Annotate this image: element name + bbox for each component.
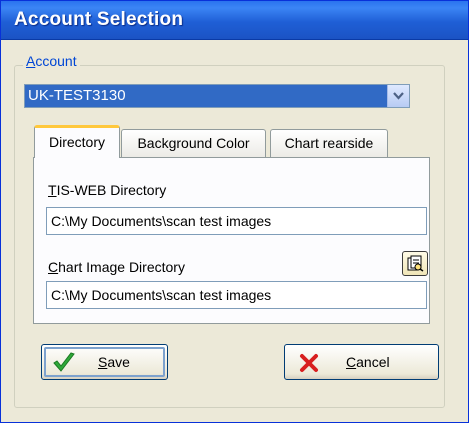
save-label-accel: S (98, 354, 108, 370)
save-button[interactable]: Save (41, 344, 168, 380)
save-label-text: ave (107, 354, 130, 370)
tab-background-color-label: Background Color (137, 135, 250, 151)
cancel-button-label: Cancel (346, 354, 390, 370)
tisweb-label-text: IS-WEB Directory (56, 182, 167, 198)
browse-folder-icon (407, 255, 424, 272)
chart-image-directory-label: Chart Image Directory (48, 259, 185, 275)
chart-label-accel: C (48, 259, 59, 275)
dropdown-arrow-button[interactable] (387, 85, 409, 107)
cancel-button[interactable]: Cancel (284, 344, 439, 380)
tab-chart-rearside[interactable]: Chart rearside (270, 129, 388, 157)
browse-folder-button[interactable] (402, 251, 428, 276)
account-label-text: ccount (35, 53, 77, 69)
chart-label-text: hart Image Directory (58, 259, 185, 275)
tab-directory[interactable]: Directory (34, 125, 120, 158)
tisweb-label-accel: T (48, 182, 57, 198)
cancel-label-accel: C (346, 354, 357, 370)
red-x-icon (300, 354, 318, 372)
cancel-label-text: ancel (356, 354, 390, 370)
chevron-down-icon (393, 92, 404, 100)
chart-image-directory-value: C:\My Documents\scan test images (51, 287, 272, 303)
account-selection-dialog: Account Selection Account UK-TEST3130 Di… (0, 0, 469, 423)
tab-chart-rearside-label: Chart rearside (284, 135, 374, 151)
account-group-label: Account (23, 53, 80, 69)
account-label-accel: A (26, 53, 36, 69)
tab-directory-label: Directory (48, 134, 105, 150)
account-dropdown[interactable]: UK-TEST3130 (24, 84, 410, 108)
tisweb-directory-field[interactable]: C:\My Documents\scan test images (46, 207, 427, 235)
title-bar[interactable]: Account Selection (1, 1, 468, 40)
tisweb-directory-value: C:\My Documents\scan test images (51, 213, 272, 229)
tisweb-directory-label: TIS-WEB Directory (48, 182, 166, 198)
window-title: Account Selection (14, 9, 184, 30)
account-selected-value: UK-TEST3130 (28, 87, 126, 104)
checkmark-icon (53, 352, 75, 372)
tab-background-color[interactable]: Background Color (121, 129, 266, 157)
save-button-label: Save (98, 354, 130, 370)
chart-image-directory-field[interactable]: C:\My Documents\scan test images (46, 281, 427, 309)
